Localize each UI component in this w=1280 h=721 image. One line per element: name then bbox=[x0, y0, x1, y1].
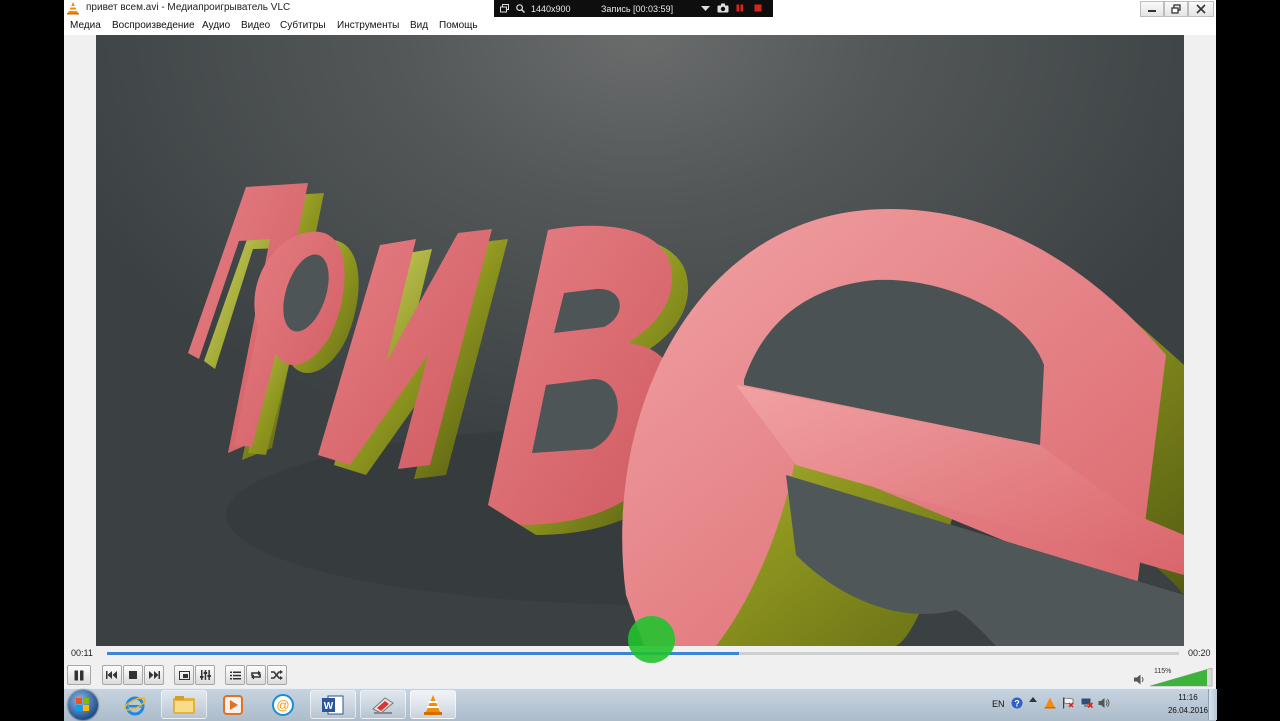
skip-forward-icon bbox=[149, 671, 160, 679]
equalizer-icon bbox=[199, 670, 211, 680]
mail-agent-icon: @ bbox=[272, 693, 294, 716]
taskbar-explorer[interactable] bbox=[161, 690, 207, 719]
vlc-tray-icon[interactable] bbox=[1044, 697, 1056, 709]
media-player-icon bbox=[223, 694, 243, 715]
network-icon[interactable] bbox=[1080, 697, 1093, 709]
taskbar-mail[interactable]: @ bbox=[260, 690, 306, 719]
recording-status: Запись [00:03:59] bbox=[601, 4, 674, 14]
show-hidden-icons-icon[interactable] bbox=[1028, 695, 1038, 704]
shuffle-icon bbox=[271, 670, 283, 680]
stop-icon bbox=[129, 671, 137, 679]
menu-video[interactable]: Видео bbox=[241, 20, 270, 31]
close-icon bbox=[1196, 4, 1206, 14]
windows-logo-icon bbox=[76, 698, 89, 711]
loop-icon bbox=[251, 670, 261, 680]
taskbar-word[interactable]: W bbox=[310, 690, 356, 719]
close-button[interactable] bbox=[1188, 1, 1214, 17]
fullscreen-icon bbox=[178, 670, 190, 680]
vlc-cone-icon bbox=[67, 2, 79, 15]
clock-date[interactable]: 26.04.2016 bbox=[1166, 706, 1210, 715]
menu-audio[interactable]: Аудио bbox=[202, 20, 230, 31]
video-frame[interactable] bbox=[96, 35, 1184, 646]
previous-button[interactable] bbox=[102, 665, 122, 685]
letter-e bbox=[622, 209, 1184, 646]
playlist-icon bbox=[229, 671, 241, 679]
loop-button[interactable] bbox=[246, 665, 266, 685]
start-button[interactable] bbox=[68, 690, 98, 720]
word-icon: W bbox=[322, 695, 344, 714]
recorder-toolbar: 1440x900 Запись [00:03:59] bbox=[494, 0, 773, 17]
pause-recording-icon[interactable] bbox=[736, 4, 744, 12]
menu-help[interactable]: Помощь bbox=[439, 20, 478, 31]
zoom-icon[interactable] bbox=[516, 4, 525, 13]
folder-icon bbox=[173, 695, 195, 714]
taskbar-media-player[interactable] bbox=[210, 690, 256, 719]
recorder-app-icon bbox=[372, 696, 394, 714]
restore-icon bbox=[1171, 4, 1181, 14]
menu-view[interactable]: Вид bbox=[410, 20, 428, 31]
fullscreen-button[interactable] bbox=[174, 665, 194, 685]
internet-explorer-icon bbox=[124, 696, 146, 715]
shuffle-button[interactable] bbox=[267, 665, 287, 685]
menu-media[interactable]: Медиа bbox=[70, 20, 101, 31]
camera-icon[interactable] bbox=[717, 3, 729, 13]
volume-slider[interactable] bbox=[1150, 668, 1214, 687]
dropdown-arrow-icon[interactable] bbox=[701, 6, 710, 12]
svg-text:@: @ bbox=[276, 697, 289, 712]
show-desktop-button[interactable] bbox=[1208, 689, 1217, 720]
playlist-button[interactable] bbox=[225, 665, 245, 685]
menu-tools[interactable]: Инструменты bbox=[337, 20, 399, 31]
menu-bar: Медиа Воспроизведение Аудио Видео Субтит… bbox=[64, 17, 1216, 35]
menu-playback[interactable]: Воспроизведение bbox=[112, 20, 195, 31]
cursor-highlight bbox=[628, 616, 675, 663]
video-content bbox=[188, 183, 1184, 646]
clock-time[interactable]: 11:16 bbox=[1166, 693, 1210, 702]
vlc-cone-icon bbox=[424, 694, 442, 715]
svg-text:?: ? bbox=[1014, 699, 1020, 709]
taskbar-screen-recorder[interactable] bbox=[360, 690, 406, 719]
pause-button[interactable] bbox=[67, 665, 91, 685]
window-select-icon[interactable] bbox=[500, 4, 509, 13]
action-center-flag-icon[interactable] bbox=[1062, 697, 1074, 709]
total-time: 00:20 bbox=[1188, 648, 1211, 658]
help-icon[interactable]: ? bbox=[1011, 697, 1023, 709]
recording-resolution: 1440x900 bbox=[531, 4, 571, 14]
restore-button[interactable] bbox=[1164, 1, 1188, 17]
extended-settings-button[interactable] bbox=[195, 665, 215, 685]
svg-text:W: W bbox=[324, 701, 334, 712]
skip-back-icon bbox=[106, 671, 117, 679]
volume-tray-icon[interactable] bbox=[1098, 697, 1110, 709]
taskbar-vlc[interactable] bbox=[410, 690, 456, 719]
speaker-icon[interactable] bbox=[1134, 674, 1146, 685]
taskbar-internet-explorer[interactable] bbox=[112, 690, 158, 719]
minimize-icon bbox=[1148, 10, 1156, 12]
language-indicator[interactable]: EN bbox=[992, 699, 1005, 709]
window-title: привет всем.avi - Медиапроигрыватель VLC bbox=[86, 2, 291, 13]
next-button[interactable] bbox=[144, 665, 164, 685]
taskbar: @ W EN ? 11:16 26.04.2016 bbox=[64, 688, 1217, 721]
menu-subtitles[interactable]: Субтитры bbox=[280, 20, 326, 31]
minimize-button[interactable] bbox=[1140, 1, 1164, 17]
stop-recording-icon[interactable] bbox=[754, 4, 762, 12]
elapsed-time: 00:11 bbox=[71, 648, 93, 658]
pause-icon bbox=[74, 670, 84, 680]
stop-button[interactable] bbox=[123, 665, 143, 685]
